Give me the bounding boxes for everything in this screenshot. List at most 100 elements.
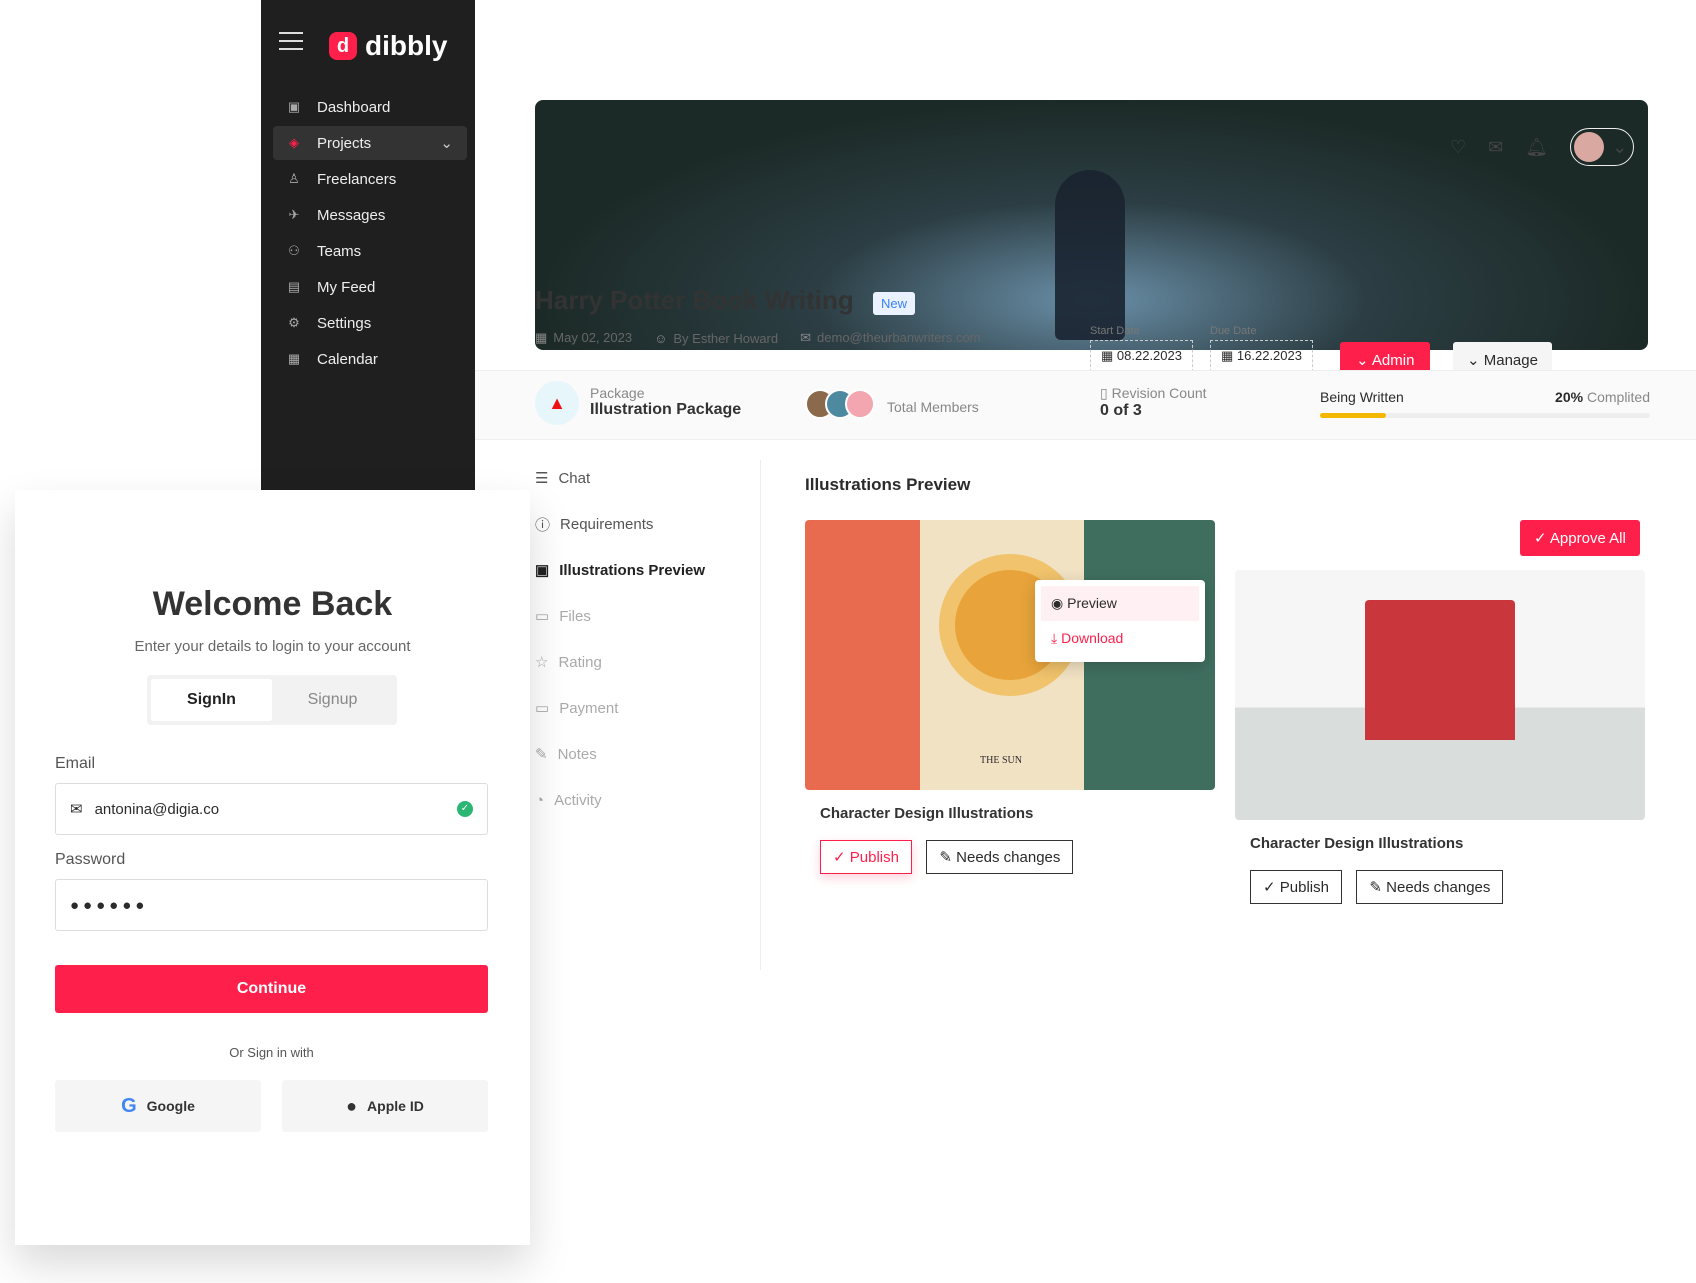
- mail-icon[interactable]: ✉: [1488, 137, 1503, 158]
- tab-illustrations-preview[interactable]: ▣ Illustrations Preview: [535, 547, 715, 593]
- needs-changes-button[interactable]: ✎ Needs changes: [926, 840, 1074, 874]
- avatar: [1574, 132, 1605, 162]
- calendar-icon: ▦: [1101, 348, 1117, 363]
- due-date-label: Due Date: [1210, 325, 1257, 337]
- tab-rating[interactable]: ☆ Rating: [535, 639, 715, 685]
- image-caption-text: THE SUN: [980, 755, 1022, 766]
- sidebar-item-freelancers[interactable]: ♙ Freelancers: [273, 162, 467, 196]
- approve-all-label: Approve All: [1549, 530, 1626, 547]
- wizard-figure: [1055, 170, 1125, 340]
- progress: Being Written 20% Complited: [1320, 389, 1650, 418]
- password-value: ●●●●●●: [70, 896, 149, 914]
- needs-changes-button[interactable]: ✎ Needs changes: [1356, 870, 1504, 904]
- card-icon: ▭: [535, 700, 550, 717]
- sidebar-item-teams[interactable]: ⚇ Teams: [273, 234, 467, 268]
- tab-label: Requirements: [560, 515, 654, 533]
- card-caption: Character Design Illustrations: [820, 805, 1034, 822]
- sidebar-item-messages[interactable]: ✈ Messages: [273, 198, 467, 232]
- approve-all-button[interactable]: ✓ Approve All: [1520, 520, 1640, 556]
- package-icon: ▲: [535, 381, 579, 425]
- project-email[interactable]: demo@theurbanwriters.com: [817, 330, 980, 345]
- project-date: May 02, 2023: [553, 330, 633, 345]
- section-title: Illustrations Preview: [805, 475, 971, 494]
- tab-label: Payment: [559, 699, 619, 717]
- eye-icon: ◉: [1051, 595, 1068, 611]
- sidebar-item-label: Projects: [317, 134, 372, 152]
- menu-label: Preview: [1067, 595, 1117, 611]
- card-actions: ✓ Publish ✎ Needs changes: [1250, 870, 1513, 904]
- sidebar-item-dashboard[interactable]: ▣ Dashboard: [273, 90, 467, 124]
- activity-icon: ◔: [535, 791, 545, 809]
- due-date: Due Date ▦ 16.22.2023: [1210, 325, 1313, 372]
- sidebar-item-label: My Feed: [317, 278, 376, 296]
- sidebar: d dibbly ▣ Dashboard ◈ Projects ⌄ ♙ Freelance…: [261, 0, 475, 530]
- email-field[interactable]: ✉ antonina@digia.co ✓: [55, 783, 488, 835]
- progress-suffix: Complited: [1586, 389, 1650, 405]
- user-menu[interactable]: ⌄: [1570, 128, 1635, 166]
- sidebar-item-calendar[interactable]: ▦ Calendar: [273, 342, 467, 376]
- publish-button[interactable]: ✓ Publish: [820, 840, 912, 874]
- project-panel: ♡ ✉ 🔔︎ ⌄ Harry Potter Book Writing New ▦…: [475, 80, 1696, 980]
- apple-label: Apple ID: [367, 1098, 424, 1114]
- chevron-down-icon: ⌄: [1356, 352, 1372, 369]
- chevron-down-icon[interactable]: ⌄: [440, 134, 453, 152]
- tab-label: Chat: [558, 469, 591, 487]
- apple-signin-button[interactable]: ● Apple ID: [282, 1080, 488, 1132]
- sidebar-item-projects[interactable]: ◈ Projects ⌄: [273, 126, 467, 160]
- due-date-field[interactable]: ▦ 16.22.2023: [1210, 340, 1313, 372]
- bell-icon[interactable]: 🔔︎: [1525, 137, 1548, 158]
- mail-icon: ✉: [800, 330, 812, 345]
- brand-name: dibbly: [365, 30, 448, 61]
- tab-signup[interactable]: Signup: [272, 679, 393, 721]
- menu-icon[interactable]: [279, 32, 303, 50]
- sidebar-item-settings[interactable]: ⚙ Settings: [273, 306, 467, 340]
- start-date-field[interactable]: ▦ 08.22.2023: [1090, 340, 1193, 372]
- project-author[interactable]: By Esther Howard: [673, 331, 778, 346]
- author-avatar: ☺: [654, 330, 668, 346]
- folder-icon: ▭: [535, 608, 550, 625]
- google-signin-button[interactable]: G Google: [55, 1080, 261, 1132]
- calendar-icon: ▦: [287, 351, 301, 366]
- house-illustration[interactable]: [1235, 570, 1645, 820]
- logo[interactable]: d dibbly: [329, 30, 447, 62]
- tab-signin[interactable]: SignIn: [151, 679, 272, 721]
- package-label: Package: [590, 385, 645, 401]
- menu-item-download[interactable]: ⤓ Download: [1041, 621, 1199, 656]
- progress-percent: 20%: [1555, 389, 1584, 405]
- start-date-label: Start Date: [1090, 325, 1140, 337]
- heart-icon[interactable]: ♡: [1450, 137, 1466, 158]
- tab-notes[interactable]: ✎ Notes: [535, 731, 715, 777]
- image-icon: ▣: [535, 562, 550, 579]
- pencil-icon: ✎: [535, 746, 548, 763]
- tab-requirements[interactable]: ⓘ Requirements: [535, 501, 715, 547]
- tab-activity[interactable]: ◔ Activity: [535, 777, 715, 823]
- top-actions: ♡ ✉ 🔔︎ ⌄: [1450, 128, 1635, 166]
- menu-item-preview[interactable]: ◉ Preview: [1041, 586, 1199, 621]
- status-badge: New: [873, 292, 916, 315]
- tab-label: Activity: [554, 791, 602, 809]
- tab-label: Notes: [557, 745, 597, 763]
- needs-changes-label: Needs changes: [1386, 879, 1491, 896]
- or-divider: Or Sign in with: [55, 1045, 488, 1060]
- tab-label: Files: [559, 607, 591, 625]
- image-context-menu: ◉ Preview ⤓ Download: [1035, 580, 1205, 662]
- sidebar-item-label: Calendar: [317, 350, 378, 368]
- tab-payment[interactable]: ▭ Payment: [535, 685, 715, 731]
- continue-button[interactable]: Continue: [55, 965, 488, 1013]
- sidebar-item-label: Messages: [317, 206, 386, 224]
- or-text: Or Sign in with: [229, 1045, 314, 1060]
- download-icon: ⤓: [1051, 630, 1062, 646]
- project-info-bar: ▲ Package Illustration Package Total Memb…: [475, 370, 1696, 440]
- check-circle-icon: ✓: [457, 801, 473, 817]
- password-field[interactable]: ●●●●●●: [55, 879, 488, 931]
- members[interactable]: Total Members: [805, 389, 979, 424]
- project-title: Harry Potter Book Writing: [535, 285, 854, 315]
- check-icon: ✓: [1263, 879, 1280, 896]
- tab-files[interactable]: ▭ Files: [535, 593, 715, 639]
- tab-chat[interactable]: ☰ Chat: [535, 455, 715, 501]
- members-label: Total Members: [887, 398, 979, 415]
- publish-button[interactable]: ✓ Publish: [1250, 870, 1342, 904]
- sidebar-item-my-feed[interactable]: ▤ My Feed: [273, 270, 467, 304]
- feed-icon: ▤: [287, 279, 301, 294]
- admin-label: Admin: [1371, 352, 1415, 369]
